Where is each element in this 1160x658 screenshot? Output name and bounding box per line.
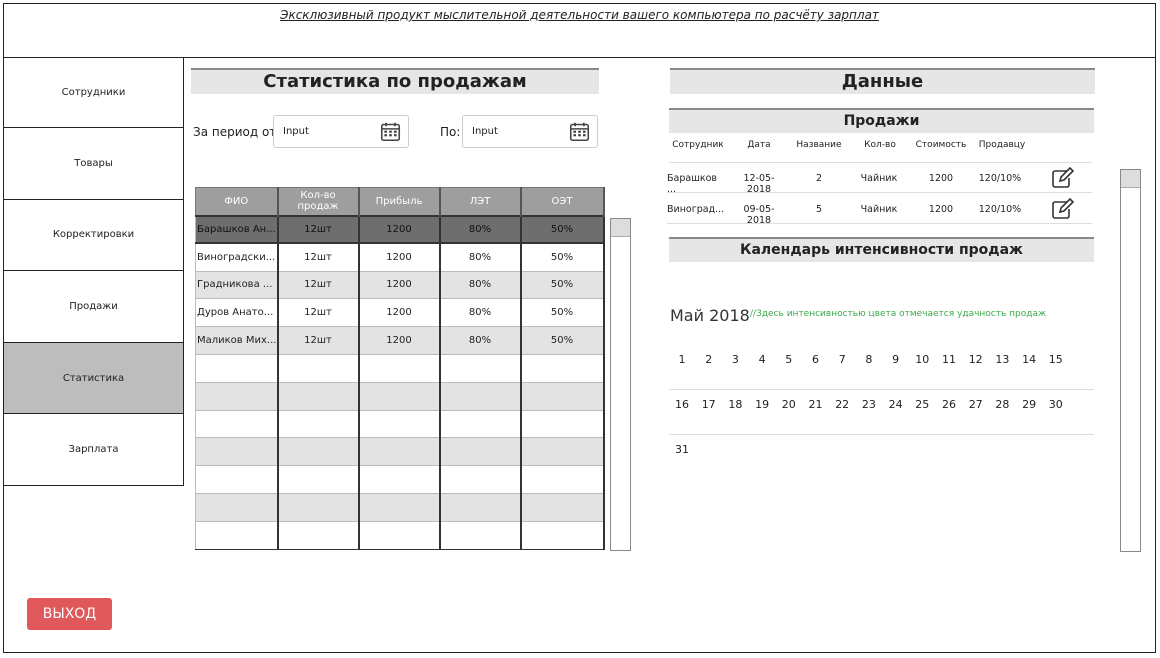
calendar-day[interactable]: 26 <box>936 398 962 411</box>
calendar-day[interactable]: 22 <box>829 398 855 411</box>
sidebar-item-salary[interactable]: Зарплата <box>4 414 184 486</box>
stats-title: Статистика по продажам <box>191 68 599 94</box>
calendar-day[interactable]: 1 <box>669 353 695 366</box>
sales-row[interactable]: Виноград... 09-05-2018 5 Чайник 1200 120… <box>667 194 1092 226</box>
sales-header-row: Сотрудник Дата Название Кол-во Стоимость… <box>669 140 1094 154</box>
calendar-day[interactable]: 17 <box>696 398 722 411</box>
sales-col-name: Название <box>796 140 842 150</box>
sales-row[interactable]: Барашков ... 12-05-2018 2 Чайник 1200 12… <box>667 163 1092 195</box>
calendar-day[interactable]: 16 <box>669 398 695 411</box>
table-row-empty <box>195 409 605 439</box>
calendar-month: Май 2018 <box>670 306 750 325</box>
calendar-day[interactable]: 30 <box>1043 398 1069 411</box>
date-to-input[interactable]: Input <box>462 115 598 148</box>
calendar-day[interactable]: 25 <box>909 398 935 411</box>
calendar-icon[interactable] <box>380 121 401 142</box>
calendar-day[interactable]: 28 <box>989 398 1015 411</box>
edit-icon[interactable] <box>1051 198 1075 220</box>
calendar-hint: //Здесь интенсивностью цвета отмечается … <box>750 309 1047 319</box>
calendar-day[interactable]: 9 <box>883 353 909 366</box>
sales-col-qty: Кол-во <box>864 140 896 150</box>
calendar-day[interactable]: 20 <box>776 398 802 411</box>
calendar-day[interactable]: 3 <box>722 353 748 366</box>
table-header-row: ФИО Кол-во продаж Прибыль ЛЭТ ОЭТ <box>195 187 605 216</box>
stats-table: ФИО Кол-во продаж Прибыль ЛЭТ ОЭТ Барашк… <box>195 187 605 550</box>
sidebar-item-products[interactable]: Товары <box>4 128 184 200</box>
table-row[interactable]: Маликов Мих... 12шт 1200 80% 50% <box>195 326 605 355</box>
edit-icon[interactable] <box>1051 167 1075 189</box>
calendar-day[interactable]: 21 <box>803 398 829 411</box>
table-row[interactable]: Барашков Ан... 12шт 1200 80% 50% <box>195 214 605 245</box>
table-row[interactable]: Дуров Анато... 12шт 1200 80% 50% <box>195 298 605 328</box>
table-row-empty <box>195 492 605 522</box>
date-from-input[interactable]: Input <box>273 115 409 148</box>
calendar-day[interactable]: 8 <box>856 353 882 366</box>
calendar-day[interactable]: 4 <box>749 353 775 366</box>
calendar-week: 31 <box>669 435 1094 480</box>
exit-button[interactable]: ВЫХОД <box>27 598 112 630</box>
calendar-week: 16 17 18 19 20 21 22 23 24 25 26 27 28 29 30 <box>669 390 1094 435</box>
column-header-name[interactable]: ФИО <box>195 187 279 216</box>
calendar-day[interactable]: 13 <box>989 353 1015 366</box>
scrollbar-thumb[interactable] <box>1121 170 1140 188</box>
app-header: Эксклюзивный продукт мыслительной деятел… <box>3 3 1156 58</box>
data-title: Данные <box>670 68 1095 94</box>
calendar-day[interactable]: 7 <box>829 353 855 366</box>
sidebar-item-statistics[interactable]: Статистика <box>4 342 184 415</box>
table-row-empty <box>195 353 605 383</box>
table-row[interactable]: Виноградски... 12шт 1200 80% 50% <box>195 242 605 272</box>
calendar-day[interactable]: 24 <box>883 398 909 411</box>
sidebar: Сотрудники Товары Корректировки Продажи … <box>4 58 184 486</box>
column-header-profit[interactable]: Прибыль <box>358 187 441 216</box>
table-row[interactable]: Градникова ... 12шт 1200 80% 50% <box>195 270 605 300</box>
calendar-day[interactable]: 27 <box>963 398 989 411</box>
column-header-oet[interactable]: ОЭТ <box>520 187 605 216</box>
sales-title: Продажи <box>669 108 1094 133</box>
sidebar-item-adjustments[interactable]: Корректировки <box>4 199 184 272</box>
calendar-day[interactable]: 10 <box>909 353 935 366</box>
column-header-sales-count[interactable]: Кол-во продаж <box>277 187 360 216</box>
table-row-empty <box>195 381 605 411</box>
table-row-empty <box>195 437 605 467</box>
calendar-day[interactable]: 12 <box>963 353 989 366</box>
period-to-label: По: <box>440 125 461 139</box>
sidebar-item-employees[interactable]: Сотрудники <box>4 58 184 128</box>
sidebar-item-sales[interactable]: Продажи <box>4 271 184 343</box>
stats-scrollbar[interactable] <box>610 218 631 551</box>
calendar-day[interactable]: 6 <box>803 353 829 366</box>
calendar-day[interactable]: 5 <box>776 353 802 366</box>
table-row-empty <box>195 465 605 494</box>
calendar-day[interactable]: 31 <box>669 443 695 456</box>
calendar-day[interactable]: 19 <box>749 398 775 411</box>
scrollbar-thumb[interactable] <box>611 219 630 237</box>
calendar-day[interactable]: 29 <box>1016 398 1042 411</box>
calendar-week: 1 2 3 4 5 6 7 8 9 10 11 12 13 14 15 <box>669 345 1094 390</box>
column-header-let[interactable]: ЛЭТ <box>439 187 522 216</box>
sales-col-employee: Сотрудник <box>672 140 724 150</box>
calendar-icon[interactable] <box>569 121 590 142</box>
calendar-day[interactable]: 18 <box>722 398 748 411</box>
calendar-day[interactable]: 2 <box>696 353 722 366</box>
calendar-title: Календарь интенсивности продаж <box>669 237 1094 262</box>
sales-col-date: Дата <box>747 140 771 150</box>
period-from-label: За период от: <box>193 125 281 139</box>
app-title: Эксклюзивный продукт мыслительной деятел… <box>280 8 879 22</box>
sales-col-cost: Стоимость <box>915 140 967 150</box>
calendar-day[interactable]: 23 <box>856 398 882 411</box>
sales-col-seller: Продавцу <box>978 140 1026 150</box>
calendar-day[interactable]: 11 <box>936 353 962 366</box>
data-scrollbar[interactable] <box>1120 169 1141 552</box>
table-row-empty <box>195 520 605 550</box>
calendar-day[interactable]: 14 <box>1016 353 1042 366</box>
calendar-day[interactable]: 15 <box>1043 353 1069 366</box>
